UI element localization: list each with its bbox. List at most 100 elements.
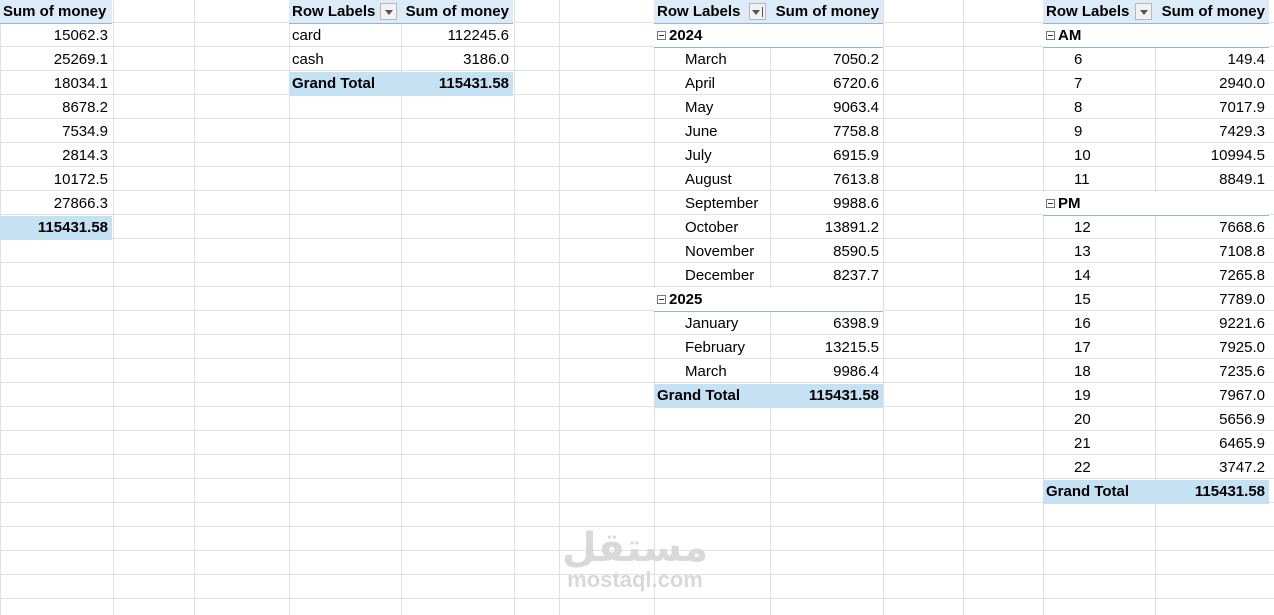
value-cell[interactable]: 8590.5 [770, 240, 883, 264]
value-cell[interactable]: 6720.6 [770, 72, 883, 96]
row-label[interactable]: 6 [1043, 48, 1155, 72]
month-item-row[interactable]: February 13215.5 [654, 336, 883, 360]
value-column-header[interactable]: Sum of money [401, 0, 513, 24]
collapse-minus-icon[interactable] [657, 294, 666, 304]
hour-group-row[interactable]: AM [1043, 24, 1269, 48]
payment-pivot-header[interactable]: Row Labels Sum of money [289, 0, 513, 24]
hour-item-row[interactable]: 16 9221.6 [1043, 312, 1269, 336]
value-cell[interactable]: 6398.9 [770, 312, 883, 336]
month-pivot-grand-total[interactable]: Grand Total 115431.58 [654, 384, 883, 408]
month-item-row[interactable]: May 9063.4 [654, 96, 883, 120]
value-cell[interactable]: 7967.0 [1155, 384, 1269, 408]
hour-item-row[interactable]: 13 7108.8 [1043, 240, 1269, 264]
value-cell[interactable]: 112245.6 [401, 24, 513, 48]
value-cell[interactable]: 7050.2 [770, 48, 883, 72]
value-cell[interactable]: 7429.3 [1155, 120, 1269, 144]
value-cell[interactable]: 9221.6 [1155, 312, 1269, 336]
row-label[interactable]: March [654, 360, 770, 384]
values-pivot-row[interactable]: 2814.3 [0, 144, 112, 168]
row-label[interactable]: 20 [1043, 408, 1155, 432]
payment-pivot-grand-total[interactable]: Grand Total 115431.58 [289, 72, 513, 96]
hour-item-row[interactable]: 11 8849.1 [1043, 168, 1269, 192]
hour-item-row[interactable]: 22 3747.2 [1043, 456, 1269, 480]
grand-total-value[interactable]: 115431.58 [0, 216, 112, 240]
month-item-row[interactable]: March 7050.2 [654, 48, 883, 72]
collapse-minus-icon[interactable] [657, 30, 666, 40]
grand-total-value[interactable]: 115431.58 [770, 384, 883, 408]
value-cell[interactable]: 7534.9 [0, 120, 112, 144]
hour-item-row[interactable]: 18 7235.6 [1043, 360, 1269, 384]
value-cell[interactable]: 18034.1 [0, 72, 112, 96]
group-label-cell[interactable]: 2024 [654, 24, 883, 48]
value-column-header[interactable]: Sum of money [1155, 0, 1269, 24]
value-cell[interactable]: 7613.8 [770, 168, 883, 192]
row-label[interactable]: June [654, 120, 770, 144]
row-label[interactable]: May [654, 96, 770, 120]
hour-item-row[interactable]: 19 7967.0 [1043, 384, 1269, 408]
value-cell[interactable]: 7758.8 [770, 120, 883, 144]
value-column-header[interactable]: Sum of money [0, 0, 112, 24]
values-pivot-row[interactable]: 7534.9 [0, 120, 112, 144]
group-label-cell[interactable]: 2025 [654, 288, 883, 312]
grand-total-label[interactable]: Grand Total [1043, 480, 1155, 504]
hour-group-row[interactable]: PM [1043, 192, 1269, 216]
collapse-minus-icon[interactable] [1046, 198, 1055, 208]
hour-item-row[interactable]: 9 7429.3 [1043, 120, 1269, 144]
row-label[interactable]: 10 [1043, 144, 1155, 168]
hour-item-row[interactable]: 20 5656.9 [1043, 408, 1269, 432]
value-cell[interactable]: 10172.5 [0, 168, 112, 192]
row-label[interactable]: November [654, 240, 770, 264]
row-label[interactable]: cash [289, 48, 401, 72]
row-label[interactable]: 7 [1043, 72, 1155, 96]
value-cell[interactable]: 8678.2 [0, 96, 112, 120]
hour-item-row[interactable]: 17 7925.0 [1043, 336, 1269, 360]
row-label[interactable]: 22 [1043, 456, 1155, 480]
row-label[interactable]: 11 [1043, 168, 1155, 192]
value-cell[interactable]: 5656.9 [1155, 408, 1269, 432]
hour-item-row[interactable]: 21 6465.9 [1043, 432, 1269, 456]
value-cell[interactable]: 9986.4 [770, 360, 883, 384]
row-label[interactable]: April [654, 72, 770, 96]
row-label[interactable]: 21 [1043, 432, 1155, 456]
value-cell[interactable]: 8849.1 [1155, 168, 1269, 192]
payment-pivot-row[interactable]: cash 3186.0 [289, 48, 513, 72]
value-cell[interactable]: 6465.9 [1155, 432, 1269, 456]
value-cell[interactable]: 10994.5 [1155, 144, 1269, 168]
group-label-cell[interactable]: AM [1043, 24, 1269, 48]
value-cell[interactable]: 149.4 [1155, 48, 1269, 72]
payment-pivot-row[interactable]: card 112245.6 [289, 24, 513, 48]
value-cell[interactable]: 7235.6 [1155, 360, 1269, 384]
value-cell[interactable]: 7668.6 [1155, 216, 1269, 240]
hour-item-row[interactable]: 15 7789.0 [1043, 288, 1269, 312]
row-label[interactable]: 18 [1043, 360, 1155, 384]
value-cell[interactable]: 13891.2 [770, 216, 883, 240]
values-pivot-row[interactable]: 27866.3 [0, 192, 112, 216]
row-label[interactable]: 17 [1043, 336, 1155, 360]
row-label[interactable]: July [654, 144, 770, 168]
month-group-row[interactable]: 2024 [654, 24, 883, 48]
month-item-row[interactable]: August 7613.8 [654, 168, 883, 192]
row-label[interactable]: 13 [1043, 240, 1155, 264]
values-pivot-row[interactable]: 10172.5 [0, 168, 112, 192]
month-item-row[interactable]: December 8237.7 [654, 264, 883, 288]
hour-item-row[interactable]: 10 10994.5 [1043, 144, 1269, 168]
row-label[interactable]: March [654, 48, 770, 72]
values-pivot-grand-total[interactable]: 115431.58 [0, 216, 112, 240]
value-cell[interactable]: 2940.0 [1155, 72, 1269, 96]
month-item-row[interactable]: January 6398.9 [654, 312, 883, 336]
value-cell[interactable]: 6915.9 [770, 144, 883, 168]
value-cell[interactable]: 7108.8 [1155, 240, 1269, 264]
value-cell[interactable]: 8237.7 [770, 264, 883, 288]
filter-dropdown-icon[interactable] [380, 3, 397, 20]
month-item-row[interactable]: July 6915.9 [654, 144, 883, 168]
grand-total-value[interactable]: 115431.58 [1155, 480, 1269, 504]
value-cell[interactable]: 15062.3 [0, 24, 112, 48]
row-label[interactable]: 9 [1043, 120, 1155, 144]
row-label[interactable]: 12 [1043, 216, 1155, 240]
row-label[interactable]: 16 [1043, 312, 1155, 336]
hour-pivot-grand-total[interactable]: Grand Total 115431.58 [1043, 480, 1269, 504]
month-item-row[interactable]: June 7758.8 [654, 120, 883, 144]
row-label[interactable]: February [654, 336, 770, 360]
grand-total-label[interactable]: Grand Total [654, 384, 770, 408]
row-label[interactable]: September [654, 192, 770, 216]
